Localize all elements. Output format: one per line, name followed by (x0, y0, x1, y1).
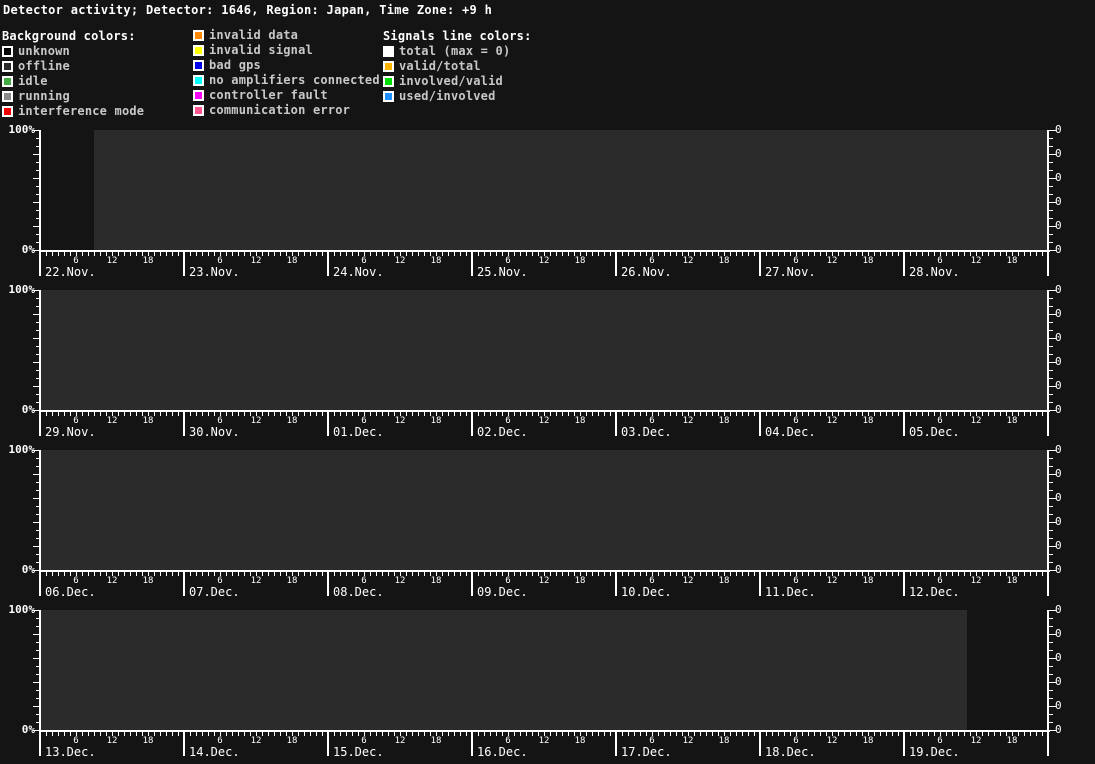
hour-tick-label: 12 (247, 737, 265, 746)
day-boundary-line (39, 730, 41, 756)
day-boundary-line (903, 730, 905, 756)
date-label: 16.Dec. (477, 746, 528, 759)
right-axis-zero-label: 0 (1055, 700, 1071, 712)
right-axis-zero-label: 0 (1055, 604, 1071, 616)
right-axis-zero-label: 0 (1055, 676, 1071, 688)
date-label: 13.Dec. (45, 746, 96, 759)
day-boundary-line (759, 730, 761, 756)
hour-tick-label: 18 (715, 737, 733, 746)
hour-tick-label: 18 (427, 737, 445, 746)
day-boundary-line (615, 730, 617, 756)
day-boundary-line (183, 730, 185, 756)
hour-tick-label: 12 (391, 737, 409, 746)
hour-tick-label: 18 (139, 737, 157, 746)
hour-tick-label: 18 (283, 737, 301, 746)
hour-tick-label: 12 (535, 737, 553, 746)
right-axis-zero-label: 0 (1055, 724, 1071, 736)
hour-tick-label: 12 (679, 737, 697, 746)
hour-tick-label: 18 (1003, 737, 1021, 746)
hour-tick-label: 12 (967, 737, 985, 746)
y-axis-left-line (39, 610, 41, 730)
hour-tick-label: 18 (571, 737, 589, 746)
day-boundary-line (471, 730, 473, 756)
date-label: 18.Dec. (765, 746, 816, 759)
right-axis-zero-label: 0 (1055, 652, 1071, 664)
right-axis-zero-label: 0 (1055, 628, 1071, 640)
hour-tick-label: 18 (859, 737, 877, 746)
activity-chart-week-4: 100%0%0000006121813.Dec.6121814.Dec.6121… (0, 0, 1095, 764)
hour-tick-label: 12 (823, 737, 841, 746)
date-label: 15.Dec. (333, 746, 384, 759)
date-label: 14.Dec. (189, 746, 240, 759)
date-label: 17.Dec. (621, 746, 672, 759)
status-fill-offline (40, 610, 967, 730)
hour-tick-label: 12 (103, 737, 121, 746)
y-axis-label-100pct: 100% (0, 604, 35, 616)
day-boundary-line (327, 730, 329, 756)
detector-activity-page: Detector activity; Detector: 1646, Regio… (0, 0, 1095, 764)
y-axis-label-0pct: 0% (0, 724, 35, 736)
date-label: 19.Dec. (909, 746, 960, 759)
